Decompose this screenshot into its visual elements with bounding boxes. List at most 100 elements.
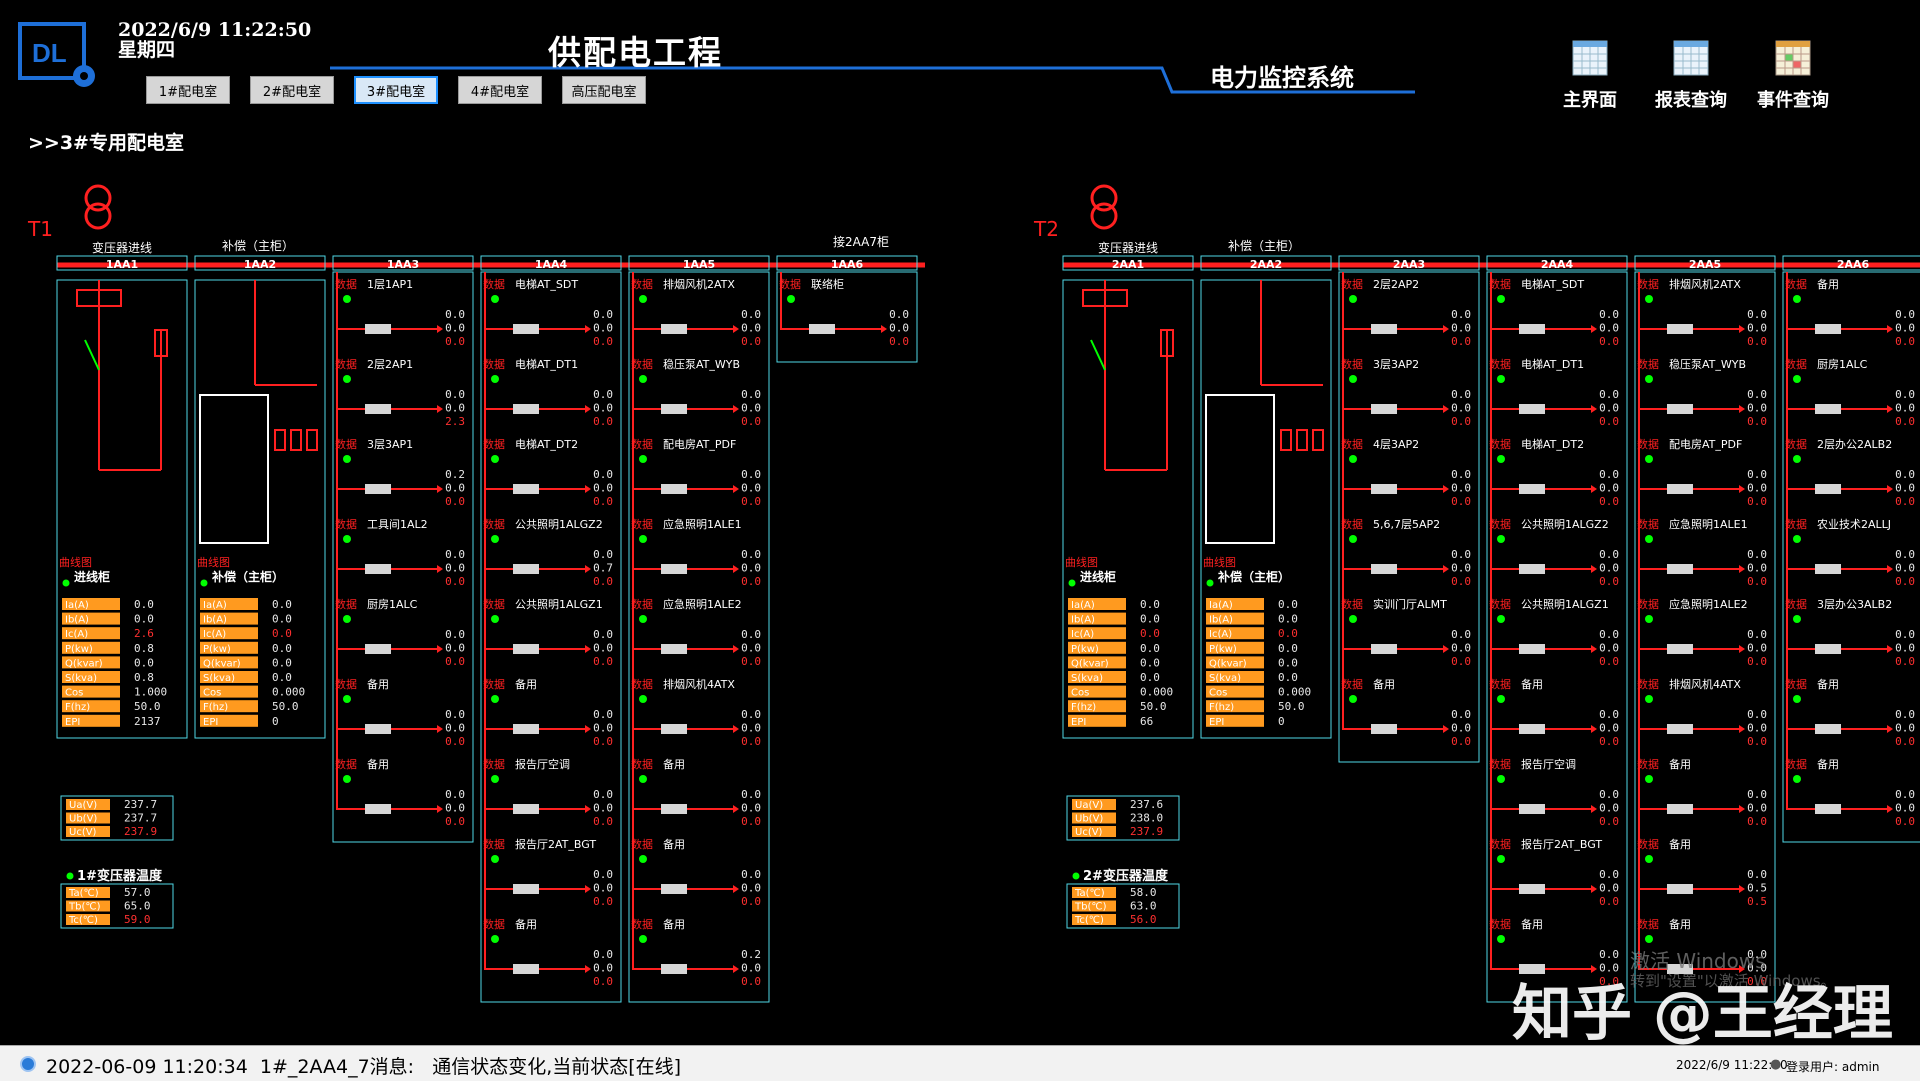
feeder-current-value: 0.0 xyxy=(1747,868,1767,881)
feeder-name: 备用 xyxy=(515,917,537,931)
feeder-current-value: 0.0 xyxy=(445,388,465,401)
capacitor-symbol xyxy=(1312,429,1324,451)
param-value: 0.0 xyxy=(272,656,292,669)
feeder-arrow-icon xyxy=(1739,885,1745,893)
cabinet-id: 2AA2 xyxy=(1250,258,1282,271)
feeder-current-value: 0.0 xyxy=(1599,468,1619,481)
feeder-current-value: 0.0 xyxy=(741,415,761,428)
feeder-current-value: 0.0 xyxy=(1747,415,1767,428)
feeder-breaker-symbol xyxy=(661,404,687,414)
feeder-name: 应急照明1ALE1 xyxy=(1669,517,1748,531)
feeder-arrow-icon xyxy=(437,805,443,813)
param-value: 66 xyxy=(1140,715,1153,728)
data-tag: 数据 xyxy=(483,357,505,371)
cabinet-id: 1AA1 xyxy=(106,258,138,271)
capacitor-symbol xyxy=(1296,429,1308,451)
feeder-current-value: 0.0 xyxy=(741,575,761,588)
feeder-name: 3层3AP2 xyxy=(1373,358,1419,371)
feeder-arrow-icon xyxy=(1591,885,1597,893)
data-tag: 数据 xyxy=(1785,277,1807,291)
voltage-value: 237.7 xyxy=(124,798,157,811)
status-dot xyxy=(1349,535,1357,543)
status-dot xyxy=(491,455,499,463)
param-label: Ic(A) xyxy=(65,629,88,640)
transformer-label: T2 xyxy=(1033,217,1059,241)
param-value: 0.0 xyxy=(272,598,292,611)
feeder-current-value: 0.5 xyxy=(1747,882,1767,895)
feeder-name: 3层3AP1 xyxy=(367,438,413,451)
feeder-current-value: 0.0 xyxy=(1895,482,1915,495)
feeder-breaker-symbol xyxy=(513,484,539,494)
status-dot xyxy=(639,375,647,383)
feeder-arrow-icon xyxy=(1887,725,1893,733)
data-tag: 数据 xyxy=(1637,757,1659,771)
transformer-temp-title: 1#变压器温度 xyxy=(77,868,163,884)
data-tag: 数据 xyxy=(483,917,505,931)
feeder-arrow-icon xyxy=(1443,645,1449,653)
feeder-current-value: 0.0 xyxy=(593,948,613,961)
feeder-name: 报告厅2AT_BGT xyxy=(1521,837,1602,851)
feeder-arrow-icon xyxy=(733,565,739,573)
controller-panel-symbol xyxy=(1205,394,1275,544)
feeder-current-value: 0.0 xyxy=(593,402,613,415)
temperature-value: 63.0 xyxy=(1130,900,1157,913)
status-dot xyxy=(491,375,499,383)
feeder-breaker-symbol xyxy=(1519,884,1545,894)
feeder-current-value: 0.0 xyxy=(445,335,465,348)
curve-link: 曲线图 xyxy=(59,555,92,569)
incomer-title: 进线柜 xyxy=(1080,569,1116,584)
feeder-breaker-symbol xyxy=(1815,484,1841,494)
status-dot xyxy=(1497,695,1505,703)
feeder-arrow-icon xyxy=(1591,725,1597,733)
feeder-current-value: 0.0 xyxy=(445,402,465,415)
param-value: 50.0 xyxy=(272,700,299,713)
feeder-current-value: 0.0 xyxy=(1747,788,1767,801)
feeder-current-value: 0.0 xyxy=(445,548,465,561)
feeder-current-value: 0.0 xyxy=(1451,548,1471,561)
data-tag: 数据 xyxy=(335,677,357,691)
data-tag: 数据 xyxy=(1637,917,1659,931)
feeder-breaker-symbol xyxy=(1371,564,1397,574)
feeder-current-value: 0.0 xyxy=(1747,708,1767,721)
feeder-current-value: 0.0 xyxy=(1599,788,1619,801)
feeder-current-value: 0.0 xyxy=(1599,895,1619,908)
feeder-arrow-icon xyxy=(1591,325,1597,333)
feeder-current-value: 0.0 xyxy=(1599,322,1619,335)
status-dot xyxy=(1497,455,1505,463)
feeder-current-value: 0.0 xyxy=(1599,482,1619,495)
feeder-current-value: 0.0 xyxy=(1451,308,1471,321)
status-dot xyxy=(200,579,208,587)
param-label: F(hz) xyxy=(1071,702,1096,713)
feeder-arrow-icon xyxy=(1887,565,1893,573)
param-label: Ib(A) xyxy=(203,615,227,626)
feeder-current-value: 0.0 xyxy=(445,642,465,655)
status-dot xyxy=(1349,375,1357,383)
feeder-name: 备用 xyxy=(1817,757,1839,771)
feeder-current-value: 0.0 xyxy=(1451,735,1471,748)
status-dot xyxy=(1497,775,1505,783)
cabinet-id: 1AA5 xyxy=(683,258,715,271)
feeder-current-value: 0.0 xyxy=(445,655,465,668)
voltage-value: 237.9 xyxy=(124,825,157,838)
feeder-breaker-symbol xyxy=(1667,564,1693,574)
status-bar: 2022-06-09 11:20:34 1#_2AA4_7消息: 通信状态变化,… xyxy=(0,1045,1920,1081)
feeder-breaker-symbol xyxy=(513,564,539,574)
feeder-arrow-icon xyxy=(733,965,739,973)
voltage-label: Ub(V) xyxy=(69,814,97,825)
feeder-breaker-symbol xyxy=(1519,404,1545,414)
status-message: 2022-06-09 11:20:34 1#_2AA4_7消息: 通信状态变化,… xyxy=(46,1056,682,1078)
feeder-current-value: 0.0 xyxy=(1747,735,1767,748)
feeder-breaker-symbol xyxy=(513,724,539,734)
section-t2: 2AA1 2AA2 2AA3 2AA4 2AA5 2AA6T2变压器进线 补偿（主柜）曲线图… xyxy=(1033,184,1920,1003)
feeder-arrow-icon xyxy=(437,325,443,333)
status-dot xyxy=(1349,295,1357,303)
feeder-current-value: 0.0 xyxy=(741,722,761,735)
feeder-current-value: 0.0 xyxy=(1451,575,1471,588)
param-label: P(kw) xyxy=(65,644,93,655)
feeder-current-value: 0.0 xyxy=(593,548,613,561)
feeder-name: 备用 xyxy=(663,757,685,771)
feeder-current-value: 0.0 xyxy=(1747,642,1767,655)
param-value: 0.0 xyxy=(1278,627,1298,640)
feeder-current-value: 0.0 xyxy=(593,788,613,801)
feeder-breaker-symbol xyxy=(661,964,687,974)
